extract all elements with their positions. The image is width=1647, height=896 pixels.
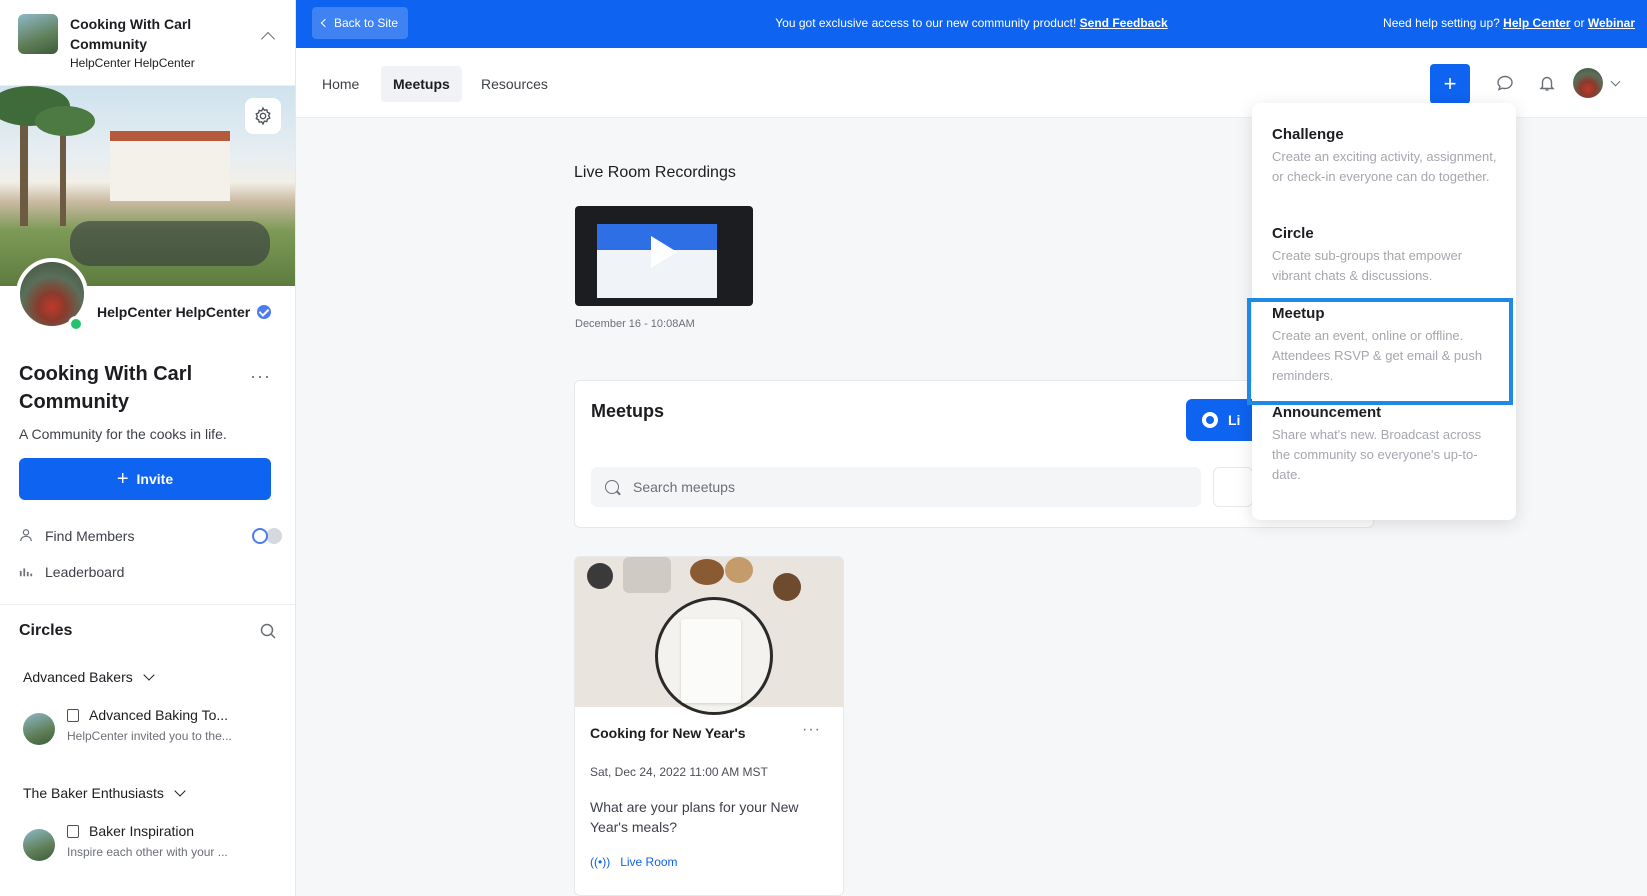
bar-chart-icon bbox=[19, 564, 35, 581]
circle-group-baker-enthusiasts[interactable]: The Baker Enthusiasts bbox=[0, 773, 295, 813]
play-icon[interactable] bbox=[651, 236, 677, 268]
help-text: Need help setting up? bbox=[1383, 16, 1500, 30]
search-placeholder: Search meetups bbox=[633, 479, 735, 495]
sidebar-item-label: Find Members bbox=[45, 528, 135, 544]
sidebar-item-label: Leaderboard bbox=[45, 564, 125, 580]
profile-row: HelpCenter HelpCenter bbox=[0, 258, 295, 350]
menu-item-title: Announcement bbox=[1272, 404, 1382, 421]
circle-group-label: The Baker Enthusiasts bbox=[23, 785, 164, 801]
send-feedback-link[interactable]: Send Feedback bbox=[1080, 16, 1168, 30]
event-image bbox=[575, 557, 843, 715]
community-title-block: Cooking With Carl Community ··· A Commun… bbox=[0, 350, 295, 442]
event-more-icon[interactable]: ··· bbox=[802, 721, 821, 739]
bell-icon[interactable] bbox=[1538, 74, 1556, 92]
circle-item[interactable]: Baker Inspiration Inspire each other wit… bbox=[0, 813, 295, 889]
invite-label: Invite bbox=[136, 471, 174, 487]
settings-button[interactable] bbox=[245, 98, 281, 134]
chevron-down-icon bbox=[174, 785, 186, 797]
event-date: Sat, Dec 24, 2022 11:00 AM MST bbox=[590, 765, 768, 779]
cover-image bbox=[0, 86, 295, 286]
recording-date: December 16 - 10:08AM bbox=[575, 318, 695, 330]
tab-meetups[interactable]: Meetups bbox=[381, 66, 462, 102]
gear-icon bbox=[255, 106, 271, 126]
broadcast-icon: ((•)) bbox=[590, 855, 611, 869]
menu-item-announcement[interactable]: Announcement Share what's new. Broadcast… bbox=[1272, 403, 1498, 485]
search-input[interactable]: Search meetups bbox=[591, 467, 1201, 507]
find-members-toggle[interactable] bbox=[252, 528, 282, 544]
search-icon[interactable] bbox=[259, 622, 277, 640]
menu-item-challenge[interactable]: Challenge Create an exciting activity, a… bbox=[1272, 125, 1498, 187]
menu-item-highlight bbox=[1247, 298, 1513, 405]
circles-heading: Circles bbox=[19, 622, 73, 639]
menu-item-circle[interactable]: Circle Create sub-groups that empower vi… bbox=[1272, 224, 1498, 286]
event-title[interactable]: Cooking for New Year's bbox=[590, 725, 746, 741]
event-live-room-link[interactable]: ((•)) Live Room bbox=[590, 855, 678, 869]
webinar-link[interactable]: Webinar bbox=[1588, 16, 1635, 30]
announcement-banner: Back to Site You got exclusive access to… bbox=[296, 0, 1647, 48]
invite-button[interactable]: + Invite bbox=[19, 458, 271, 500]
menu-item-description: Share what's new. Broadcast across the c… bbox=[1272, 427, 1482, 482]
circle-thumbnail bbox=[23, 829, 55, 861]
menu-item-description: Create sub-groups that empower vibrant c… bbox=[1272, 248, 1463, 283]
document-icon bbox=[67, 708, 79, 722]
meetups-title: Meetups bbox=[591, 401, 665, 421]
circle-item[interactable]: Advanced Baking To... HelpCenter invited… bbox=[0, 697, 295, 773]
community-thumbnail bbox=[18, 14, 58, 54]
search-icon bbox=[605, 480, 619, 494]
circle-subtitle: HelpCenter invited you to the... bbox=[67, 729, 232, 743]
circle-title: Advanced Baking To... bbox=[89, 707, 229, 723]
chat-icon[interactable] bbox=[1496, 74, 1514, 92]
circles-header: Circles bbox=[0, 605, 295, 657]
sidebar-item-find-members[interactable]: Find Members bbox=[0, 518, 295, 554]
banner-help: Need help setting up? Help Center or Web… bbox=[1383, 16, 1635, 30]
page-title: Cooking With Carl Community bbox=[19, 363, 193, 413]
document-icon bbox=[67, 824, 79, 838]
app: Cooking With Carl Community HelpCenter H… bbox=[0, 0, 1647, 896]
circle-group-advanced-bakers[interactable]: Advanced Bakers bbox=[0, 657, 295, 697]
create-button[interactable]: + bbox=[1430, 64, 1470, 104]
community-name: Cooking With Carl Community bbox=[70, 16, 192, 52]
sidebar-item-leaderboard[interactable]: Leaderboard bbox=[0, 554, 295, 590]
community-owner: HelpCenter HelpCenter bbox=[70, 56, 195, 70]
community-tagline: A Community for the cooks in life. bbox=[19, 426, 227, 442]
tab-home[interactable]: Home bbox=[310, 66, 371, 102]
more-options-icon[interactable]: ··· bbox=[250, 366, 271, 387]
user-avatar[interactable] bbox=[1573, 68, 1603, 98]
recording-thumbnail[interactable] bbox=[575, 206, 753, 306]
menu-item-description: Create an exciting activity, assignment,… bbox=[1272, 149, 1497, 184]
community-switcher[interactable]: Cooking With Carl Community HelpCenter H… bbox=[0, 0, 295, 86]
chevron-down-icon[interactable] bbox=[1610, 76, 1621, 87]
verified-icon bbox=[257, 305, 272, 319]
filter-button[interactable] bbox=[1213, 467, 1253, 507]
recordings-title: Live Room Recordings bbox=[574, 164, 736, 181]
menu-item-title: Challenge bbox=[1272, 126, 1344, 143]
online-status-icon bbox=[68, 316, 84, 332]
plus-icon: + bbox=[116, 467, 129, 490]
circle-title: Baker Inspiration bbox=[89, 823, 195, 839]
event-live-label: Live Room bbox=[620, 855, 678, 869]
sidebar: Cooking With Carl Community HelpCenter H… bbox=[0, 0, 296, 896]
circle-subtitle: Inspire each other with your ... bbox=[67, 845, 228, 859]
radio-icon bbox=[1202, 412, 1218, 428]
banner-text: You got exclusive access to our new comm… bbox=[775, 16, 1077, 30]
event-card[interactable]: Cooking for New Year's ··· Sat, Dec 24, … bbox=[574, 556, 844, 896]
help-center-link[interactable]: Help Center bbox=[1503, 16, 1570, 30]
event-description: What are your plans for your New Year's … bbox=[590, 799, 799, 835]
tab-resources[interactable]: Resources bbox=[469, 66, 560, 102]
chevron-down-icon bbox=[143, 669, 155, 681]
menu-item-title: Circle bbox=[1272, 225, 1314, 242]
chevron-up-icon[interactable] bbox=[260, 31, 276, 47]
live-button-label: Li bbox=[1228, 412, 1241, 428]
circle-group-label: Advanced Bakers bbox=[23, 669, 133, 685]
person-icon bbox=[19, 528, 35, 545]
create-menu: Challenge Create an exciting activity, a… bbox=[1247, 103, 1516, 520]
or-text: or bbox=[1573, 16, 1585, 30]
profile-name[interactable]: HelpCenter HelpCenter bbox=[97, 304, 250, 320]
circle-thumbnail bbox=[23, 713, 55, 745]
